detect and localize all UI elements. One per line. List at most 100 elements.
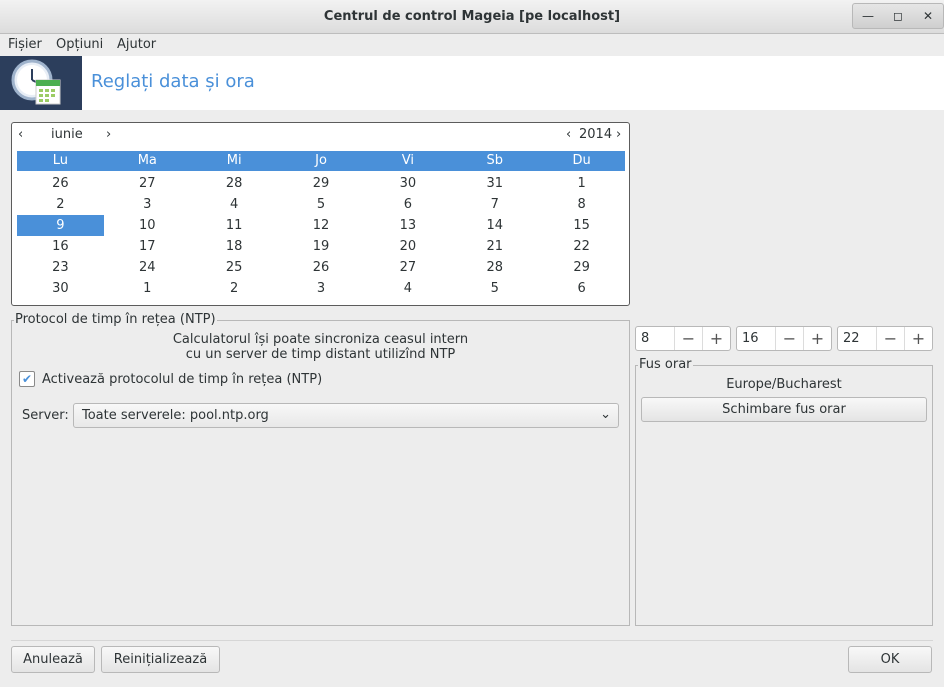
calendar-day[interactable]: 30 <box>364 173 451 194</box>
weekday-label: Vi <box>401 153 414 168</box>
calendar-day[interactable]: 6 <box>364 194 451 215</box>
server-select[interactable]: Toate serverele: pool.ntp.org ⌄ <box>73 403 619 428</box>
prev-year-button[interactable]: ‹ <box>566 127 571 142</box>
calendar-month: iunie <box>51 127 83 142</box>
calendar-day[interactable]: 26 <box>17 173 104 194</box>
calendar-day[interactable]: 2 <box>191 278 278 299</box>
menu-options[interactable]: Opțiuni <box>56 37 103 52</box>
reset-button[interactable]: Reinițializează <box>101 646 220 673</box>
calendar-day[interactable]: 18 <box>191 236 278 257</box>
ntp-info-line: cu un server de timp distant utilizînd N… <box>185 347 456 362</box>
calendar-week-row: 26 27 28 29 30 31 1 <box>17 173 625 194</box>
weekday-label: Jo <box>315 153 327 168</box>
ntp-group-title: Protocol de timp în rețea (NTP) <box>14 312 217 327</box>
change-timezone-button[interactable]: Schimbare fus orar <box>641 397 927 422</box>
window-controls: — ◻ ✕ <box>852 3 944 29</box>
calendar-day[interactable]: 4 <box>364 278 451 299</box>
second-increment-button[interactable]: + <box>904 327 932 350</box>
weekday-label: Sb <box>486 153 503 168</box>
calendar-day[interactable]: 20 <box>364 236 451 257</box>
hour-spinbox[interactable]: 8 − + <box>635 326 731 351</box>
calendar-day[interactable]: 5 <box>451 278 538 299</box>
calendar-week-row: 2345678 <box>17 194 625 215</box>
calendar-day[interactable]: 28 <box>451 257 538 278</box>
calendar-day[interactable]: 24 <box>104 257 191 278</box>
calendar-day[interactable]: 10 <box>104 215 191 236</box>
weekday-label: Ma <box>137 153 157 168</box>
calendar-day[interactable]: 19 <box>278 236 365 257</box>
minute-value[interactable]: 16 <box>737 327 775 350</box>
calendar-day[interactable]: 30 <box>17 278 104 299</box>
calendar-day[interactable]: 22 <box>538 236 625 257</box>
calendar-day[interactable]: 16 <box>17 236 104 257</box>
hour-value[interactable]: 8 <box>636 327 674 350</box>
title-bar: Centrul de control Mageia [pe localhost]… <box>0 0 944 34</box>
calendar-day[interactable]: 11 <box>191 215 278 236</box>
second-value[interactable]: 22 <box>838 327 876 350</box>
next-year-button[interactable]: › <box>616 127 621 142</box>
calendar-day-selected[interactable]: 9 <box>17 215 104 236</box>
calendar-day[interactable]: 4 <box>191 194 278 215</box>
calendar-day[interactable]: 17 <box>104 236 191 257</box>
ntp-enable-label[interactable]: Activează protocolul de timp în rețea (N… <box>42 372 322 387</box>
calendar-day[interactable]: 27 <box>364 257 451 278</box>
maximize-button[interactable]: ◻ <box>883 4 913 28</box>
ntp-enable-checkbox[interactable]: ✔ <box>19 371 35 387</box>
calendar-day[interactable]: 31 <box>451 173 538 194</box>
weekday-label: Mi <box>226 153 242 168</box>
cancel-button[interactable]: Anulează <box>11 646 95 673</box>
calendar-day[interactable]: 3 <box>278 278 365 299</box>
ntp-group <box>11 320 630 626</box>
calendar-day[interactable]: 1 <box>104 278 191 299</box>
server-select-value: Toate serverele: pool.ntp.org <box>82 408 269 423</box>
calendar-day[interactable]: 14 <box>451 215 538 236</box>
calendar-day[interactable]: 28 <box>191 173 278 194</box>
window-title: Centrul de control Mageia [pe localhost] <box>323 9 621 24</box>
calendar-day[interactable]: 25 <box>191 257 278 278</box>
calendar-day[interactable]: 26 <box>278 257 365 278</box>
calendar-day[interactable]: 3 <box>104 194 191 215</box>
weekday-label: Lu <box>52 153 69 168</box>
calendar-days-grid: 26 27 28 29 30 31 1 2 3 4 5 6 7 8 9 10 11 12 13 14 15 16 17 18 1… <box>17 173 625 299</box>
calendar-day[interactable]: 13 <box>364 215 451 236</box>
calendar-day[interactable]: 5 <box>278 194 365 215</box>
hour-increment-button[interactable]: + <box>702 327 730 350</box>
menu-file[interactable]: Fișier <box>8 37 42 52</box>
prev-month-button[interactable]: ‹ <box>18 127 23 142</box>
calendar-day[interactable]: 12 <box>278 215 365 236</box>
calendar-day[interactable]: 2 <box>17 194 104 215</box>
calendar-day[interactable]: 8 <box>538 194 625 215</box>
header-banner: Reglați data și ora <box>0 56 944 110</box>
calendar-day[interactable]: 29 <box>538 257 625 278</box>
calendar-week-row: 9 10 11 12 13 14 15 <box>17 215 625 236</box>
clock-calendar-icon <box>0 56 82 110</box>
hour-decrement-button[interactable]: − <box>674 327 702 350</box>
calendar-day[interactable]: 6 <box>538 278 625 299</box>
timezone-name: Europe/Bucharest <box>726 377 842 392</box>
minute-spinbox[interactable]: 16 − + <box>736 326 832 351</box>
second-spinbox[interactable]: 22 − + <box>837 326 933 351</box>
calendar-day[interactable]: 23 <box>17 257 104 278</box>
calendar-day[interactable]: 21 <box>451 236 538 257</box>
calendar-day[interactable]: 27 <box>104 173 191 194</box>
second-decrement-button[interactable]: − <box>876 327 904 350</box>
menu-help[interactable]: Ajutor <box>117 37 156 52</box>
calendar[interactable]: ‹ iunie › ‹ 2014 › Lu Ma Mi Jo Vi Sb Du … <box>11 122 630 306</box>
calendar-day[interactable]: 29 <box>278 173 365 194</box>
calendar-week-row: 23 24 25 26 27 28 29 <box>17 257 625 278</box>
minute-decrement-button[interactable]: − <box>775 327 803 350</box>
calendar-day[interactable]: 15 <box>538 215 625 236</box>
page-title: Reglați data și ora <box>91 71 255 92</box>
close-button[interactable]: ✕ <box>913 4 943 28</box>
calendar-year: 2014 <box>579 127 613 142</box>
menu-bar: Fișier Opțiuni Ajutor <box>0 34 944 56</box>
ntp-info-line: Calculatorul își poate sincroniza ceasul… <box>172 332 469 347</box>
next-month-button[interactable]: › <box>106 127 111 142</box>
ok-button[interactable]: OK <box>848 646 932 673</box>
server-label: Server: <box>22 408 69 423</box>
calendar-day[interactable]: 1 <box>538 173 625 194</box>
minimize-button[interactable]: — <box>853 4 883 28</box>
calendar-week-row: 16 17 18 19 20 21 22 <box>17 236 625 257</box>
calendar-day[interactable]: 7 <box>451 194 538 215</box>
minute-increment-button[interactable]: + <box>803 327 831 350</box>
